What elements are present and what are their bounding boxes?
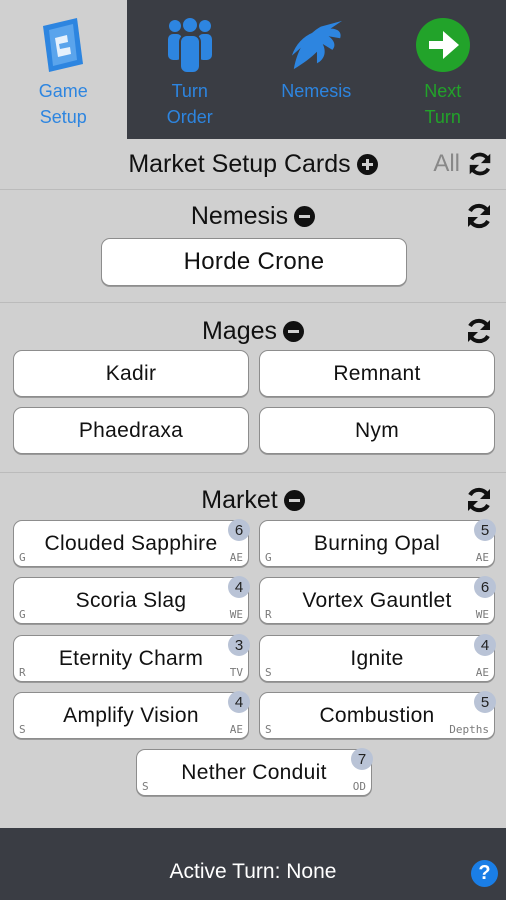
market-card[interactable]: Amplify Vision 4 S AE [13,691,250,739]
randomize-all-button[interactable]: All [433,150,494,178]
card-name: Horde Crone [183,248,325,275]
card-type: R [265,608,272,621]
active-turn-status: Active Turn: None [169,860,337,883]
cost-badge: 4 [228,691,250,713]
market-card[interactable]: Combustion 5 S Depths [259,691,496,739]
card-set: AE [475,666,489,679]
card-name: Combustion [319,703,435,727]
nemesis-header: Nemesis [0,190,506,242]
turn-order-icon [162,14,218,76]
card-name: Kadir [105,361,157,385]
card-name: Amplify Vision [63,703,199,727]
tab-label: Game [38,81,88,101]
market-card[interactable]: Burning Opal 5 G AE [259,519,496,567]
tab-label: Setup [39,107,87,127]
market-setup-title: Market Setup Cards [128,149,351,178]
refresh-market-icon[interactable] [464,485,494,515]
card-name: Vortex Gauntlet [302,588,452,612]
divider [0,302,506,303]
help-icon[interactable]: ? [471,860,498,887]
market-card[interactable]: Scoria Slag 4 G WE [13,576,250,624]
remove-icon[interactable] [294,205,316,227]
refresh-mages-icon[interactable] [464,316,494,346]
remove-icon[interactable] [283,489,305,511]
tab-label: Order [166,107,213,127]
refresh-icon [469,152,491,176]
game-setup-icon [35,14,91,76]
mage-card[interactable]: Nym [259,407,495,454]
market-card[interactable]: Nether Conduit 7 S OD [136,748,373,796]
card-name: Eternity Charm [58,646,204,670]
card-name: Scoria Slag [75,588,187,612]
cost-badge: 3 [228,634,250,656]
card-set: WE [229,608,243,621]
card-set: Depths [449,723,489,736]
tab-next-turn[interactable]: Next Turn [380,0,506,139]
refresh-nemesis-icon[interactable] [464,201,494,231]
divider [0,472,506,473]
card-name: Ignite [350,646,404,670]
card-set: AE [229,723,243,736]
tab-label: Turn [171,81,208,101]
add-icon[interactable] [356,153,378,175]
nemesis-icon [288,14,344,76]
nemesis-card[interactable]: Horde Crone [101,238,407,286]
card-name: Clouded Sapphire [44,531,218,555]
card-type: G [19,551,26,564]
cost-badge: 6 [228,519,250,541]
card-set: TV [229,666,243,679]
nemesis-title: Nemesis [190,201,289,230]
mage-card[interactable]: Phaedraxa [13,407,249,454]
card-name: Nym [354,418,400,442]
cost-badge: 4 [228,576,250,598]
card-type: S [265,666,272,679]
tab-game-setup[interactable]: Game Setup [0,0,127,139]
top-navigation: Game Setup Turn Order Nemesis Next Turn [0,0,506,139]
tab-label: Turn [424,107,461,127]
all-label: All [433,150,460,177]
card-set: WE [475,608,489,621]
card-set: OD [352,780,366,793]
card-name: Remnant [333,361,421,385]
next-turn-icon [415,14,471,76]
market-card[interactable]: Clouded Sapphire 6 G AE [13,519,250,567]
footer-bar: Active Turn: None ? [0,828,506,900]
tab-turn-order[interactable]: Turn Order [127,0,254,139]
card-type: G [19,608,26,621]
market-card[interactable]: Eternity Charm 3 R TV [13,634,250,682]
card-type: S [19,723,26,736]
tab-nemesis[interactable]: Nemesis [253,0,380,139]
tab-label: Next [424,81,462,101]
card-set: AE [475,551,489,564]
market-card[interactable]: Vortex Gauntlet 6 R WE [259,576,496,624]
card-type: R [19,666,26,679]
cost-badge: 4 [474,634,496,656]
card-name: Burning Opal [313,531,441,555]
market-header: Market [0,475,506,525]
market-setup-header: Market Setup Cards All [0,139,506,189]
market-card[interactable]: Ignite 4 S AE [259,634,496,682]
cost-badge: 7 [351,748,373,770]
tab-label: Nemesis [281,81,352,101]
cost-badge: 5 [474,691,496,713]
market-title: Market [201,485,278,514]
remove-icon[interactable] [283,320,305,342]
mage-card[interactable]: Kadir [13,350,249,397]
game-setup-panel: Market Setup Cards All Nemesis Horde Cro… [0,139,506,828]
mage-card[interactable]: Remnant [259,350,495,397]
card-set: AE [229,551,243,564]
card-type: G [265,551,272,564]
mages-title: Mages [201,316,278,345]
card-type: S [265,723,272,736]
cost-badge: 5 [474,519,496,541]
card-name: Nether Conduit [181,760,327,784]
card-type: S [142,780,149,793]
cost-badge: 6 [474,576,496,598]
card-name: Phaedraxa [78,418,184,442]
